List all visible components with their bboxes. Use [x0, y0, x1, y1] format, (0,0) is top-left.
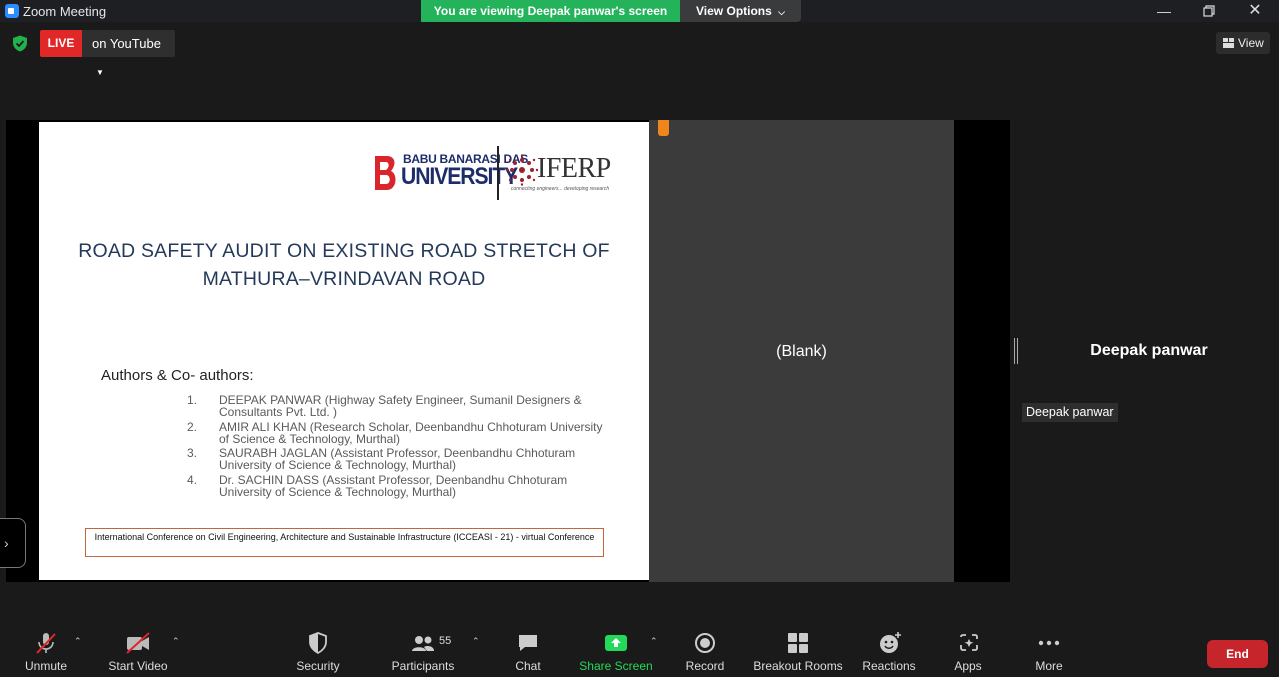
annotation-marker [658, 120, 669, 136]
live-destination-label: on YouTube [92, 36, 161, 51]
view-layout-button[interactable]: View [1216, 32, 1270, 54]
end-meeting-button[interactable]: End [1207, 640, 1268, 668]
view-label: View [1238, 36, 1264, 50]
unmute-label: Unmute [24, 659, 68, 673]
apps-button[interactable]: Apps [946, 622, 990, 677]
presentation-slide: BABU BANARASI DAS UNIVERSITY IFERP conne… [39, 122, 649, 580]
bbd-university-logo: BABU BANARASI DAS UNIVERSITY [373, 148, 528, 198]
participants-count: 55 [439, 635, 452, 647]
viewing-screen-banner: You are viewing Deepak panwar's screen [421, 0, 680, 22]
start-video-label: Start Video [108, 659, 168, 673]
list-item: 4. Dr. SACHIN DASS (Assistant Professor,… [187, 474, 607, 501]
participants-icon [412, 636, 434, 651]
expand-panel-tab[interactable]: › [0, 518, 26, 568]
share-screen-icon [605, 635, 627, 651]
participant-display-name: Deepak panwar [1090, 342, 1208, 359]
iferp-logo-text: IFERP [537, 153, 611, 184]
breakout-rooms-icon [788, 633, 808, 653]
video-camera-off-icon [126, 632, 150, 654]
author-number: 3. [187, 446, 198, 461]
video-options-caret[interactable]: ⌃ [172, 636, 182, 646]
live-badge: LIVE [40, 30, 82, 57]
more-dots-icon [1038, 640, 1060, 646]
security-label: Security [296, 659, 340, 673]
list-item: 3. SAURABH JAGLAN (Assistant Professor, … [187, 447, 607, 474]
author-text: AMIR ALI KHAN (Research Scholar, Deenban… [219, 419, 603, 446]
iferp-logo: IFERP connecting engineers... developing… [505, 152, 615, 196]
share-options-caret[interactable]: ⌃ [650, 636, 660, 646]
blank-label: (Blank) [776, 343, 827, 360]
author-number: 1. [187, 393, 198, 407]
record-icon [695, 633, 715, 653]
slide-title-line2: MATHURA–VRINDAVAN ROAD [202, 268, 486, 290]
participants-label: Participants [391, 659, 455, 673]
breakout-rooms-button[interactable]: Breakout Rooms [752, 622, 844, 677]
iferp-logo-mark [505, 154, 539, 186]
authors-heading: Authors & Co- authors: [101, 367, 254, 384]
zoom-app-icon [5, 4, 19, 18]
chevron-right-icon: › [4, 535, 9, 551]
chevron-down-icon: ⌵ [778, 7, 785, 17]
live-stream-control[interactable]: LIVE on YouTube ▼ [40, 30, 175, 77]
list-item: 1. DEEPAK PANWAR (Highway Safety Enginee… [187, 394, 607, 421]
slide-title: ROAD SAFETY AUDIT ON EXISTING ROAD STRET… [39, 237, 649, 293]
more-label: More [1035, 659, 1063, 673]
share-screen-button[interactable]: Share Screen [578, 622, 654, 677]
logo-divider [497, 146, 499, 200]
slide-title-line1: ROAD SAFETY AUDIT ON EXISTING ROAD STRET… [78, 240, 610, 262]
more-button[interactable]: More [1026, 622, 1072, 677]
apps-label: Apps [954, 659, 982, 673]
author-number: 4. [187, 473, 198, 488]
participant-name-tag: Deepak panwar [1022, 403, 1118, 422]
bbd-logo-line2: UNIVERSITY [401, 163, 518, 190]
author-text: DEEPAK PANWAR (Highway Safety Engineer, … [219, 393, 582, 419]
record-label: Record [685, 659, 725, 673]
restore-icon[interactable] [1200, 2, 1218, 20]
chat-bubble-icon [519, 635, 537, 651]
view-options-label: View Options [696, 4, 772, 18]
live-destination-dropdown[interactable]: on YouTube ▼ [82, 30, 175, 77]
start-video-button[interactable]: Start Video [104, 622, 172, 677]
security-button[interactable]: Security [290, 622, 346, 677]
participants-button[interactable]: 55 Participants [388, 622, 458, 677]
view-options-button[interactable]: View Options ⌵ [680, 0, 801, 22]
author-text: Dr. SACHIN DASS (Assistant Professor, De… [219, 473, 568, 500]
reactions-button[interactable]: Reactions [860, 622, 918, 677]
apps-icon [960, 634, 978, 651]
author-list: 1. DEEPAK PANWAR (Highway Safety Enginee… [187, 394, 607, 501]
caret-down-icon: ▼ [96, 68, 104, 77]
encryption-shield-icon[interactable] [12, 35, 28, 52]
reactions-smiley-icon [880, 632, 901, 653]
list-item: 2. AMIR ALI KHAN (Research Scholar, Deen… [187, 421, 607, 448]
conference-footer: International Conference on Civil Engine… [85, 528, 604, 557]
grid-view-icon [1223, 38, 1234, 48]
participants-options-caret[interactable]: ⌃ [472, 636, 482, 646]
close-icon[interactable]: ✕ [1246, 2, 1264, 20]
breakout-rooms-label: Breakout Rooms [753, 659, 843, 673]
record-button[interactable]: Record [682, 622, 728, 677]
share-screen-label: Share Screen [579, 659, 653, 673]
bbd-logo-mark [375, 156, 396, 190]
microphone-muted-icon [36, 633, 56, 654]
security-shield-icon [309, 632, 327, 655]
unmute-button[interactable]: Unmute [18, 622, 74, 677]
chat-button[interactable]: Chat [506, 622, 550, 677]
chat-label: Chat [515, 659, 541, 673]
reactions-label: Reactions [862, 659, 916, 673]
window-title: Zoom Meeting [23, 4, 107, 19]
minimize-icon[interactable]: — [1155, 2, 1173, 20]
iferp-logo-tagline: connecting engineers... developing resea… [511, 186, 610, 192]
author-text: SAURABH JAGLAN (Assistant Professor, Dee… [219, 446, 576, 473]
audio-options-caret[interactable]: ⌃ [74, 636, 84, 646]
meeting-toolbar: Unmute ⌃ Start Video ⌃ Security 55 Parti… [0, 622, 1279, 677]
author-number: 2. [187, 419, 198, 434]
